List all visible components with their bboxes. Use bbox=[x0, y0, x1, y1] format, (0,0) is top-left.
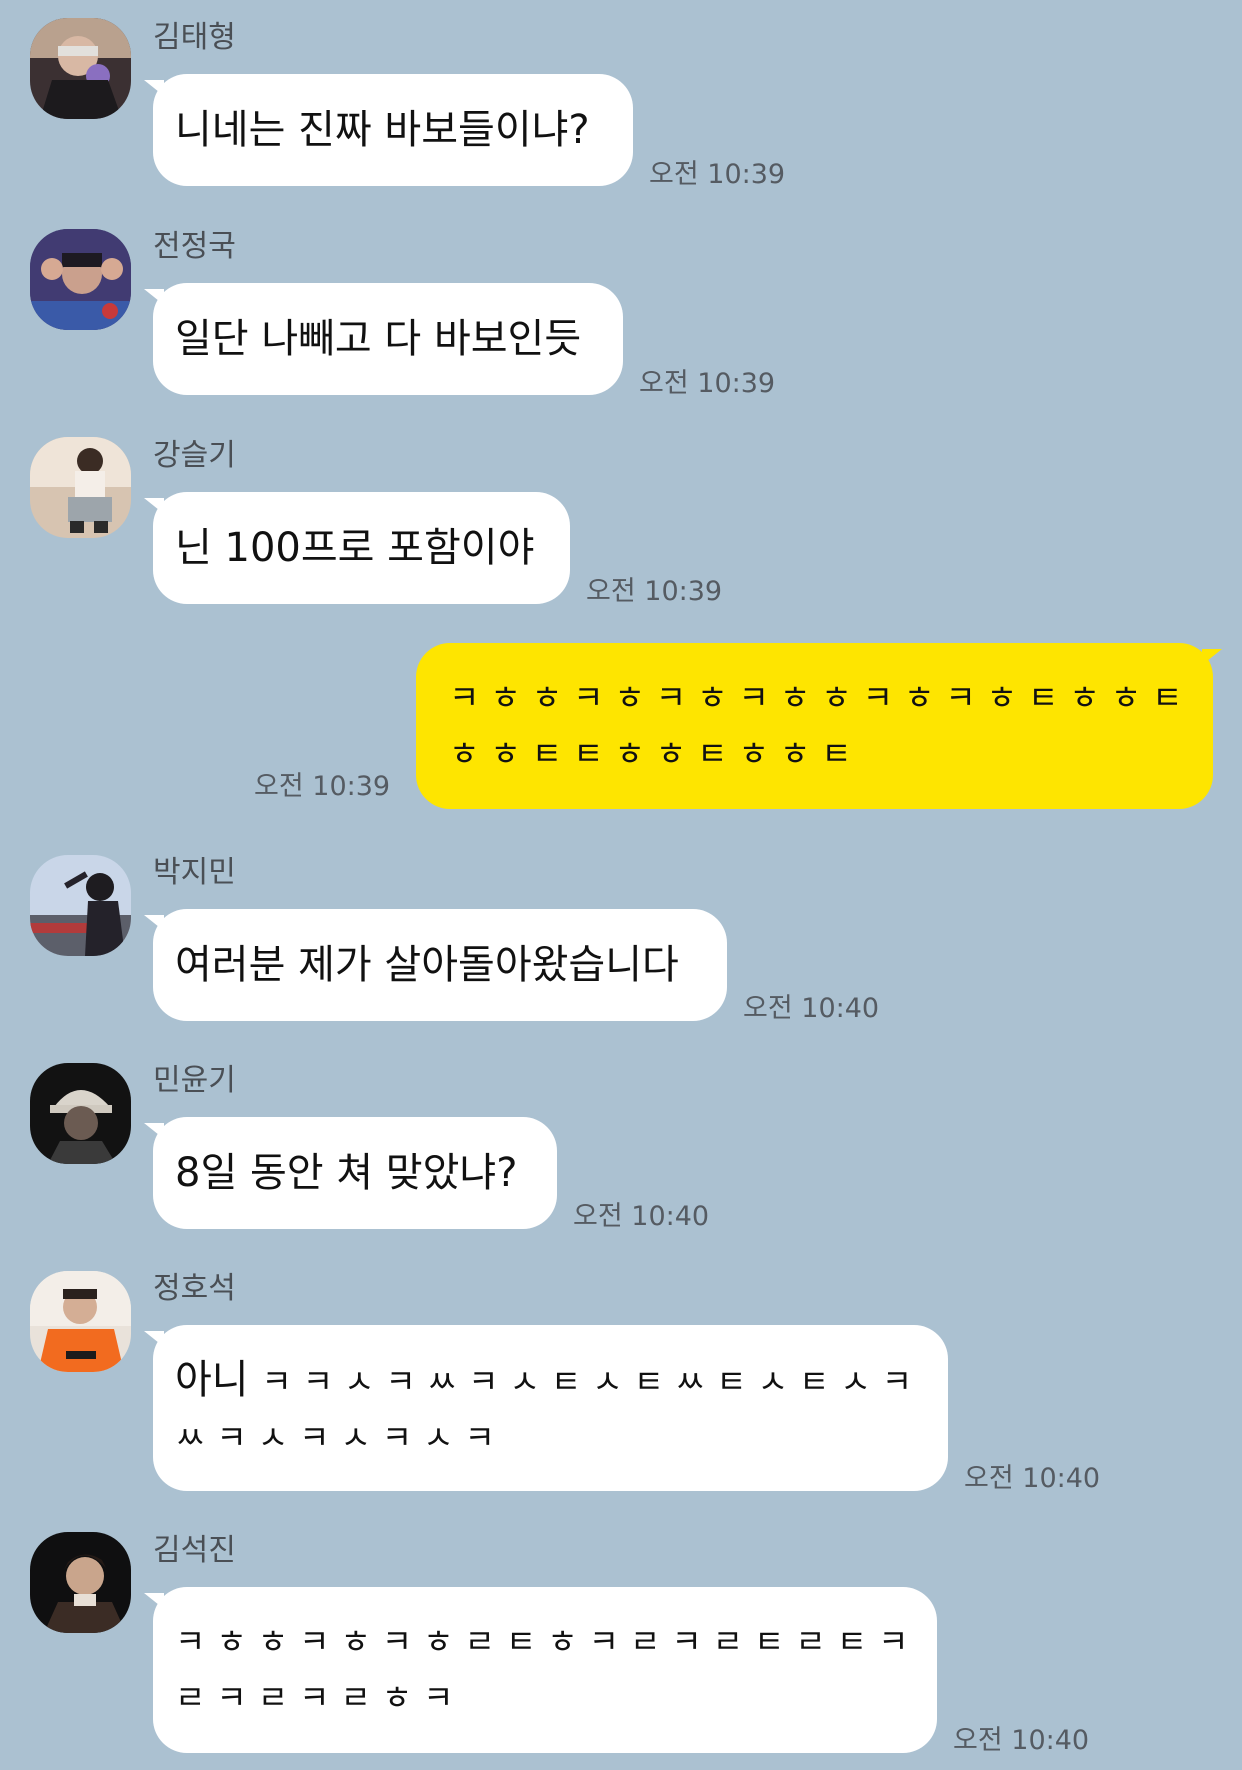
message-timestamp: 오전 10:40 bbox=[953, 1725, 1090, 1756]
message-bubble[interactable]: 아니 ㅋㅋㅅㅋㅆㅋㅅㅌㅅㅌㅆㅌㅅㅌㅅㅋ ㅆㅋㅅㅋㅅㅋㅅㅋ bbox=[144, 1325, 948, 1491]
message-timestamp: 오전 10:39 bbox=[639, 368, 776, 399]
avatar[interactable] bbox=[30, 1532, 131, 1633]
message-timestamp: 오전 10:39 bbox=[649, 159, 786, 190]
sender-name: 강슬기 bbox=[153, 438, 236, 473]
message-timestamp: 오전 10:39 bbox=[586, 576, 723, 607]
message-text: ㅋㅋㅅㅋㅆㅋㅅㅌㅅㅌㅆㅌㅅㅌㅅㅋ bbox=[261, 1362, 924, 1401]
message-timestamp: 오전 10:40 bbox=[743, 993, 880, 1024]
message-bubble[interactable]: ㅋㅎㅎㅋㅎㅋㅎㅋㅎㅎㅋㅎㅋㅎㅌㅎㅎㅌ ㅎㅎㅌㅌㅎㅎㅌㅎㅎㅌ bbox=[416, 643, 1222, 809]
profile-photo-icon bbox=[30, 1532, 131, 1633]
message-bubble[interactable]: 닌 100프로 포함이야 bbox=[144, 492, 570, 604]
sender-name: 전정국 bbox=[153, 229, 236, 264]
message-text: ㅎㅎㅌㅌㅎㅎㅌㅎㅎㅌ bbox=[449, 734, 863, 773]
sender-name: 김석진 bbox=[153, 1533, 236, 1568]
message-text: ㅋㅎㅎㅋㅎㅋㅎㄹㅌㅎㅋㄹㅋㄹㅌㄹㅌㅋ bbox=[175, 1622, 920, 1661]
sender-name: 정호석 bbox=[153, 1271, 236, 1306]
message-text: 아니 bbox=[175, 1357, 249, 1403]
profile-photo-icon bbox=[30, 229, 131, 330]
profile-photo-icon bbox=[30, 18, 131, 119]
avatar[interactable] bbox=[30, 437, 131, 538]
avatar[interactable] bbox=[30, 229, 131, 330]
message-text: 니네는 진짜 바보들이냐? bbox=[175, 107, 590, 153]
avatar[interactable] bbox=[30, 1063, 131, 1164]
profile-photo-icon bbox=[30, 1063, 131, 1164]
message-bubble[interactable]: 여러분 제가 살아돌아왔습니다 bbox=[144, 909, 727, 1021]
message-bubble[interactable]: 니네는 진짜 바보들이냐? bbox=[144, 74, 633, 186]
avatar[interactable] bbox=[30, 855, 131, 956]
avatar[interactable] bbox=[30, 1271, 131, 1372]
sender-name: 김태형 bbox=[153, 20, 236, 55]
message-timestamp: 오전 10:40 bbox=[573, 1201, 710, 1232]
message-text: ㅋㅎㅎㅋㅎㅋㅎㅋㅎㅎㅋㅎㅋㅎㅌㅎㅎㅌ bbox=[449, 678, 1194, 717]
message-bubble[interactable]: 8일 동안 쳐 맞았냐? bbox=[144, 1117, 557, 1229]
message-text: 일단 나빼고 다 바보인듯 bbox=[175, 316, 582, 362]
message-text: ㄹㅋㄹㅋㄹㅎㅋ bbox=[175, 1678, 465, 1717]
sender-name: 민윤기 bbox=[153, 1063, 236, 1098]
profile-photo-icon bbox=[30, 1271, 131, 1372]
profile-photo-icon bbox=[30, 855, 131, 956]
avatar[interactable] bbox=[30, 18, 131, 119]
message-text: 여러분 제가 살아돌아왔습니다 bbox=[175, 942, 679, 988]
message-timestamp: 오전 10:40 bbox=[964, 1463, 1101, 1494]
sender-name: 박지민 bbox=[153, 855, 236, 890]
message-bubble[interactable]: ㅋㅎㅎㅋㅎㅋㅎㄹㅌㅎㅋㄹㅋㄹㅌㄹㅌㅋ ㄹㅋㄹㅋㄹㅎㅋ bbox=[144, 1587, 937, 1753]
message-text: ㅆㅋㅅㅋㅅㅋㅅㅋ bbox=[175, 1418, 506, 1457]
message-bubble[interactable]: 일단 나빼고 다 바보인듯 bbox=[144, 283, 623, 395]
message-timestamp: 오전 10:39 bbox=[254, 771, 391, 802]
message-text: 닌 100프로 포함이야 bbox=[175, 525, 535, 571]
message-text-line: 아니 ㅋㅋㅅㅋㅆㅋㅅㅌㅅㅌㅆㅌㅅㅌㅅㅋ bbox=[175, 1352, 926, 1410]
message-text: 8일 동안 쳐 맞았냐? bbox=[175, 1150, 518, 1196]
profile-photo-icon bbox=[30, 437, 131, 538]
